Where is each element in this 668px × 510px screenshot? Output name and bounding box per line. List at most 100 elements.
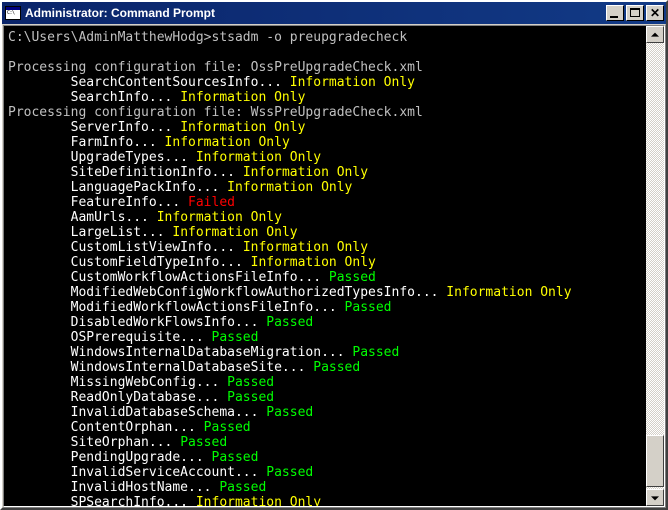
console-line: Processing configuration file: OssPreUpg… [8, 60, 646, 75]
console-line: ModifiedWorkflowActionsFileInfo... Passe… [8, 300, 646, 315]
check-status: Passed [219, 480, 267, 495]
check-status: Passed [328, 270, 376, 285]
console-line: ReadOnlyDatabase... Passed [8, 390, 646, 405]
check-name: AamUrls... [8, 210, 157, 225]
console-line: PendingUpgrade... Passed [8, 450, 646, 465]
check-status: Information Only [446, 285, 572, 300]
check-name: SiteOrphan... [8, 435, 181, 450]
maximize-icon [630, 8, 640, 17]
scrollbar-thumb[interactable] [646, 435, 664, 487]
check-status: Passed [203, 420, 251, 435]
check-name: DisabledWorkFlowsInfo... [8, 315, 267, 330]
check-status: Passed [266, 465, 314, 480]
check-status: Information Only [242, 240, 369, 255]
console-line: LanguagePackInfo... Information Only [8, 180, 646, 195]
console-line: OSPrerequisite... Passed [8, 330, 646, 345]
close-icon: ✕ [649, 6, 661, 20]
check-status: Passed [180, 435, 228, 450]
scroll-up-arrow[interactable] [646, 26, 664, 43]
console-output-area[interactable]: C:\Users\AdminMatthewHodg>stsadm -o preu… [4, 26, 646, 506]
check-name: InvalidDatabaseSchema... [8, 405, 267, 420]
console-line: LargeList... Information Only [8, 225, 646, 240]
check-name: CustomWorkflowActionsFileInfo... [8, 270, 329, 285]
console-line: C:\Users\AdminMatthewHodg>stsadm -o preu… [8, 30, 646, 45]
close-button[interactable]: ✕ [646, 5, 664, 21]
check-name: PendingUpgrade... [8, 450, 212, 465]
console-text-segment: Processing configuration file: WssPreUpg… [8, 105, 423, 120]
check-name: FeatureInfo... [8, 195, 189, 210]
console-line: CustomWorkflowActionsFileInfo... Passed [8, 270, 646, 285]
console-text: C:\Users\AdminMatthewHodg>stsadm -o preu… [8, 30, 646, 506]
check-status: Information Only [180, 120, 306, 135]
console-line: ModifiedWebConfigWorkflowAuthorizedTypes… [8, 285, 646, 300]
check-name: WindowsInternalDatabaseSite... [8, 360, 314, 375]
console-line: InvalidDatabaseSchema... Passed [8, 405, 646, 420]
check-name: SiteDefinitionInfo... [8, 165, 243, 180]
console-line: DisabledWorkFlowsInfo... Passed [8, 315, 646, 330]
vertical-scrollbar[interactable] [646, 26, 664, 506]
minimize-icon [610, 16, 618, 18]
check-status: Information Only [250, 255, 376, 270]
console-icon-text: C:\ [7, 10, 15, 16]
scroll-down-arrow[interactable] [646, 489, 664, 506]
check-status: Passed [266, 405, 314, 420]
check-name: UpgradeTypes... [8, 150, 196, 165]
check-name: ContentOrphan... [8, 420, 204, 435]
check-name: LanguagePackInfo... [8, 180, 228, 195]
check-status: Passed [266, 315, 314, 330]
console-text-segment: C:\Users\AdminMatthewHodg>stsadm -o preu… [8, 30, 408, 45]
console-line: SearchContentSourcesInfo... Information … [8, 75, 646, 90]
check-status: Information Only [195, 150, 322, 165]
minimize-button[interactable] [606, 5, 624, 21]
check-name: ServerInfo... [8, 120, 181, 135]
check-name: InvalidHostName... [8, 480, 220, 495]
check-name: WindowsInternalDatabaseMigration... [8, 345, 353, 360]
check-name: ReadOnlyDatabase... [8, 390, 228, 405]
check-status: Passed [227, 375, 275, 390]
chevron-down-icon [651, 495, 659, 500]
check-name: SearchContentSourcesInfo... [8, 75, 290, 90]
check-name: ModifiedWorkflowActionsFileInfo... [8, 300, 345, 315]
check-status: Passed [352, 345, 400, 360]
check-status: Passed [344, 300, 392, 315]
check-status: Information Only [289, 75, 415, 90]
console-line: MissingWebConfig... Passed [8, 375, 646, 390]
check-status: Information Only [227, 180, 353, 195]
check-status: Information Only [164, 135, 290, 150]
console-line: WindowsInternalDatabaseSite... Passed [8, 360, 646, 375]
check-status: Passed [211, 330, 259, 345]
check-name: SearchInfo... [8, 90, 181, 105]
console-line: ContentOrphan... Passed [8, 420, 646, 435]
scrollbar-track[interactable] [646, 43, 664, 489]
window-title: Administrator: Command Prompt [25, 6, 216, 20]
console-line: FarmInfo... Information Only [8, 135, 646, 150]
console-line: SiteDefinitionInfo... Information Only [8, 165, 646, 180]
chevron-up-icon [651, 32, 659, 37]
console-line: ServerInfo... Information Only [8, 120, 646, 135]
check-name: ModifiedWebConfigWorkflowAuthorizedTypes… [8, 285, 447, 300]
console-line: SPSearchInfo... Information Only [8, 495, 646, 506]
console-line: CustomListViewInfo... Information Only [8, 240, 646, 255]
check-name: FarmInfo... [8, 135, 165, 150]
check-status: Passed [313, 360, 361, 375]
command-prompt-window: C:\ Administrator: Command Prompt ✕ C:\U… [0, 0, 668, 510]
console-line: InvalidHostName... Passed [8, 480, 646, 495]
maximize-button[interactable] [626, 5, 644, 21]
console-line: SiteOrphan... Passed [8, 435, 646, 450]
check-status: Information Only [195, 495, 322, 506]
console-line: WindowsInternalDatabaseMigration... Pass… [8, 345, 646, 360]
window-body: C:\Users\AdminMatthewHodg>stsadm -o preu… [2, 24, 666, 508]
console-line: FeatureInfo... Failed [8, 195, 646, 210]
console-line: SearchInfo... Information Only [8, 90, 646, 105]
check-name: InvalidServiceAccount... [8, 465, 267, 480]
console-line: CustomFieldTypeInfo... Information Only [8, 255, 646, 270]
check-status: Failed [188, 195, 235, 210]
check-name: OSPrerequisite... [8, 330, 212, 345]
console-line: AamUrls... Information Only [8, 210, 646, 225]
check-name: MissingWebConfig... [8, 375, 228, 390]
title-bar[interactable]: C:\ Administrator: Command Prompt ✕ [2, 2, 666, 24]
check-name: CustomFieldTypeInfo... [8, 255, 251, 270]
check-status: Information Only [172, 225, 298, 240]
check-status: Information Only [180, 90, 306, 105]
